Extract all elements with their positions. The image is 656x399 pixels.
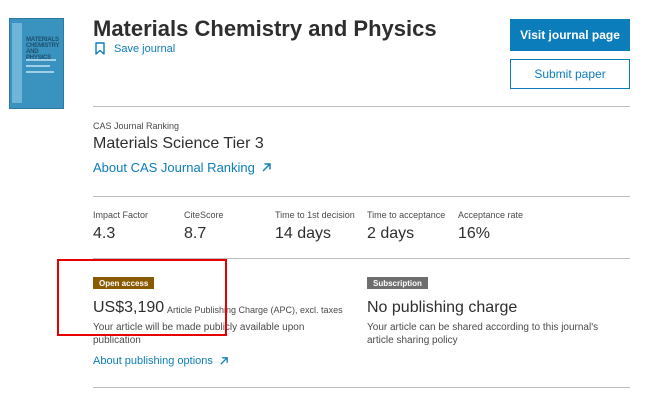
- about-cas-ranking-label: About CAS Journal Ranking: [93, 160, 255, 175]
- citescore-label: CiteScore: [184, 210, 224, 220]
- visit-journal-button[interactable]: Visit journal page: [510, 19, 630, 51]
- journal-cover-image: MATERIALS CHEMISTRY AND PHYSICS: [9, 18, 64, 109]
- save-journal-button[interactable]: Save journal: [95, 42, 175, 55]
- impact-factor-label: Impact Factor: [93, 210, 149, 220]
- cover-line: [26, 59, 56, 61]
- time-to-acceptance-value: 2 days: [367, 225, 415, 242]
- cover-line: [26, 65, 50, 67]
- cover-stripe: [12, 23, 22, 103]
- cas-ranking-label: CAS Journal Ranking: [93, 121, 180, 131]
- about-publishing-options-label: About publishing options: [93, 355, 213, 367]
- cover-title: MATERIALS CHEMISTRY AND PHYSICS: [26, 37, 60, 61]
- divider: [93, 196, 630, 197]
- time-to-acceptance-label: Time to acceptance: [367, 210, 446, 220]
- first-decision-label: Time to 1st decision: [275, 210, 355, 220]
- about-publishing-options-link[interactable]: About publishing options: [93, 355, 229, 367]
- journal-title: Materials Chemistry and Physics: [93, 16, 437, 41]
- subscription-description: Your article can be shared according to …: [367, 322, 599, 346]
- submit-paper-button[interactable]: Submit paper: [510, 59, 630, 89]
- impact-factor-value: 4.3: [93, 225, 116, 242]
- divider: [93, 106, 630, 107]
- subscription-title: No publishing charge: [367, 299, 518, 316]
- citescore-value: 8.7: [184, 225, 207, 242]
- first-decision-value: 14 days: [275, 225, 332, 242]
- arrow-up-right-icon: [220, 357, 228, 365]
- acceptance-rate-label: Acceptance rate: [458, 210, 524, 220]
- about-cas-ranking-link[interactable]: About CAS Journal Ranking: [93, 160, 272, 175]
- arrow-up-right-icon: [262, 163, 271, 172]
- subscription-badge: Subscription: [367, 277, 428, 289]
- divider: [93, 387, 630, 388]
- cover-line: [26, 71, 54, 73]
- highlight-box: [57, 259, 227, 336]
- acceptance-rate-value: 16%: [458, 225, 491, 242]
- cas-ranking-value: Materials Science Tier 3: [93, 135, 264, 152]
- bookmark-icon: [95, 42, 105, 55]
- save-journal-label: Save journal: [114, 42, 176, 55]
